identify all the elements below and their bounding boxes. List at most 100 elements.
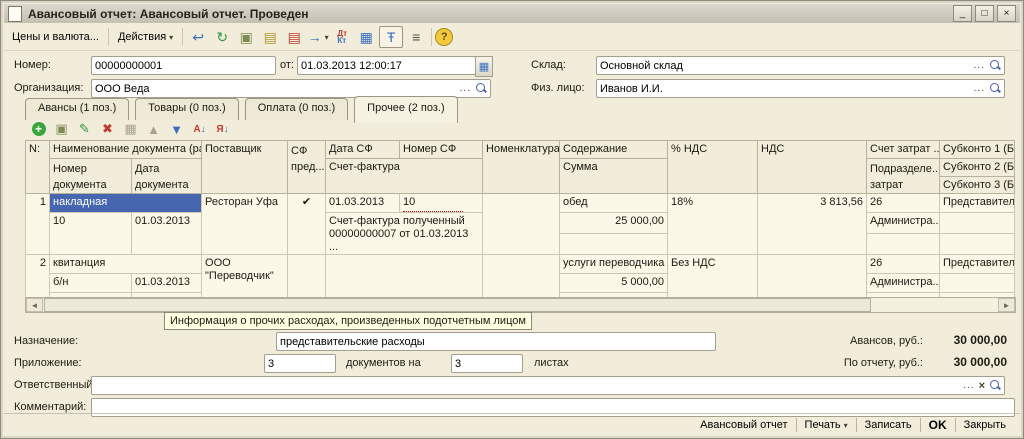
- row2-sub1-cell[interactable]: Представител.: [940, 255, 1015, 274]
- choose-icon[interactable]: ...: [458, 83, 473, 94]
- row1-sub2-cell[interactable]: [940, 213, 1015, 234]
- copy-add-icon[interactable]: ▣: [235, 27, 257, 47]
- row1-sub3-cell[interactable]: [940, 234, 1015, 255]
- number-input[interactable]: [92, 58, 275, 73]
- col-header-vat-pct[interactable]: % НДС: [668, 141, 758, 194]
- choose-icon[interactable]: ...: [972, 60, 987, 71]
- row1-num[interactable]: 1: [26, 194, 50, 255]
- prices-currency-button[interactable]: Цены и валюта...: [6, 29, 105, 45]
- row1-doc-num-cell[interactable]: 10: [50, 213, 132, 255]
- tab-advances[interactable]: Авансы (1 поз.): [25, 98, 129, 120]
- calendar-icon[interactable]: ▦: [475, 56, 493, 77]
- filter-settings-icon[interactable]: Ŧ: [379, 26, 403, 48]
- attachment-sheets-field[interactable]: [451, 354, 523, 373]
- move-up-icon[interactable]: ▲: [142, 120, 165, 138]
- ok-button[interactable]: OK: [921, 416, 955, 434]
- warehouse-field[interactable]: ...: [596, 56, 1005, 75]
- responsible-input[interactable]: [92, 378, 961, 393]
- clear-icon[interactable]: ×: [977, 380, 987, 392]
- grid-view-icon[interactable]: ▦: [119, 120, 142, 138]
- scrollbar-thumb[interactable]: [44, 298, 871, 312]
- sort-asc-icon[interactable]: А↓: [188, 120, 211, 138]
- attachment-sheets-input[interactable]: [452, 356, 522, 371]
- col-header-department[interactable]: Подразделе... затрат: [867, 159, 940, 194]
- row1-sum-cell[interactable]: 25 000,00: [560, 213, 668, 234]
- responsible-field[interactable]: ... ×: [91, 376, 1005, 395]
- purpose-field[interactable]: [276, 332, 716, 351]
- close-button[interactable]: ×: [997, 5, 1016, 22]
- col-header-sub1[interactable]: Субконто 1 (БУ: [940, 141, 1015, 159]
- row1-content-cell[interactable]: обед: [560, 194, 668, 213]
- postings-report-icon[interactable]: ▦: [355, 27, 377, 47]
- search-icon[interactable]: [989, 379, 1002, 392]
- col-header-invoice[interactable]: Счет-фактура: [326, 159, 483, 194]
- purpose-input[interactable]: [277, 334, 715, 349]
- row1-doc-name-cell[interactable]: накладная: [50, 194, 202, 213]
- maximize-button[interactable]: □: [975, 5, 994, 22]
- date-input[interactable]: [298, 58, 475, 73]
- col-header-cost-account[interactable]: Счет затрат ...: [867, 141, 940, 159]
- row1-sf-date-cell[interactable]: 01.03.2013: [326, 194, 400, 213]
- scroll-right-icon[interactable]: ►: [998, 298, 1015, 312]
- row1-vat-cell[interactable]: 3 813,56: [758, 194, 867, 255]
- col-header-sub3[interactable]: Субконто 3 (БУ: [940, 176, 1015, 194]
- write-icon[interactable]: ↩: [187, 27, 209, 47]
- row1-doc-date-cell[interactable]: 01.03.2013: [132, 213, 202, 255]
- person-input[interactable]: [597, 81, 972, 96]
- unpost-document-icon[interactable]: ▤: [283, 27, 305, 47]
- row1-vat-pct-cell[interactable]: 18%: [668, 194, 758, 255]
- goto-icon[interactable]: →▾: [307, 27, 329, 47]
- row1-department-cell[interactable]: Администра...: [867, 213, 940, 234]
- advance-report-button[interactable]: Авансовый отчет: [692, 417, 795, 433]
- tab-payment[interactable]: Оплата (0 поз.): [245, 98, 348, 120]
- row2-sub2-cell[interactable]: [940, 274, 1015, 293]
- refresh-icon[interactable]: ↻: [211, 27, 233, 47]
- col-header-doc-date[interactable]: Дата документа: [132, 159, 202, 194]
- col-header-nomenclature[interactable]: Номенклатура: [483, 141, 560, 194]
- col-header-supplier[interactable]: Поставщик: [202, 141, 288, 194]
- row1-sf-checkmark[interactable]: ✔: [288, 194, 326, 255]
- dt-kt-icon[interactable]: ДтКт: [331, 27, 353, 47]
- horizontal-scrollbar[interactable]: ◄ ►: [25, 297, 1016, 313]
- col-header-sub2[interactable]: Субконто 2 (БУ: [940, 159, 1015, 177]
- move-down-icon[interactable]: ▼: [165, 120, 188, 138]
- row2-doc-num-cell[interactable]: б/н: [50, 274, 132, 293]
- choose-icon[interactable]: ...: [961, 380, 976, 391]
- col-header-doc-num[interactable]: Номер документа: [50, 159, 132, 194]
- copy-row-icon[interactable]: ▣: [50, 120, 73, 138]
- col-header-sf-num[interactable]: Номер СФ: [400, 141, 483, 159]
- search-icon[interactable]: [475, 82, 488, 95]
- scrollbar-track[interactable]: [871, 298, 998, 312]
- edit-row-icon[interactable]: ✎: [73, 120, 96, 138]
- add-row-icon[interactable]: +: [27, 120, 50, 138]
- close-window-button[interactable]: Закрыть: [956, 417, 1014, 433]
- row2-department-cell[interactable]: Администра...: [867, 274, 940, 293]
- col-header-content[interactable]: Содержание: [560, 141, 668, 159]
- row1-sf-num-cell[interactable]: 10: [400, 194, 483, 213]
- row1-sub1-cell[interactable]: Представител.: [940, 194, 1015, 213]
- row1-invoice-info-cell[interactable]: Счет-фактура полученный 00000000007 от 0…: [326, 213, 483, 255]
- col-header-sf-date[interactable]: Дата СФ: [326, 141, 400, 159]
- warehouse-input[interactable]: [597, 58, 972, 73]
- row1-supplier-cell[interactable]: Ресторан Уфа: [202, 194, 288, 255]
- search-icon[interactable]: [989, 59, 1002, 72]
- minimize-button[interactable]: _: [953, 5, 972, 22]
- organization-input[interactable]: [92, 81, 458, 96]
- row2-content-cell[interactable]: услуги переводчика: [560, 255, 668, 274]
- row2-doc-name-cell[interactable]: квитанция: [50, 255, 202, 274]
- row1-account-cell[interactable]: 26: [867, 194, 940, 213]
- col-header-sf-flag[interactable]: СФ пред...: [288, 141, 326, 194]
- row2-account-cell[interactable]: 26: [867, 255, 940, 274]
- row1-content-extra-cell[interactable]: [560, 234, 668, 255]
- attachment-docs-input[interactable]: [265, 356, 335, 371]
- list-settings-icon[interactable]: ≡: [405, 27, 427, 47]
- save-button[interactable]: Записать: [857, 417, 920, 433]
- col-header-num[interactable]: N:: [26, 141, 50, 194]
- sort-desc-icon[interactable]: Я↓: [211, 120, 234, 138]
- col-header-vat[interactable]: НДС: [758, 141, 867, 194]
- person-field[interactable]: ...: [596, 79, 1005, 98]
- row2-sum-cell[interactable]: 5 000,00: [560, 274, 668, 293]
- date-field[interactable]: [297, 56, 476, 75]
- row1-account-extra-cell[interactable]: [867, 234, 940, 255]
- tab-goods[interactable]: Товары (0 поз.): [135, 98, 238, 120]
